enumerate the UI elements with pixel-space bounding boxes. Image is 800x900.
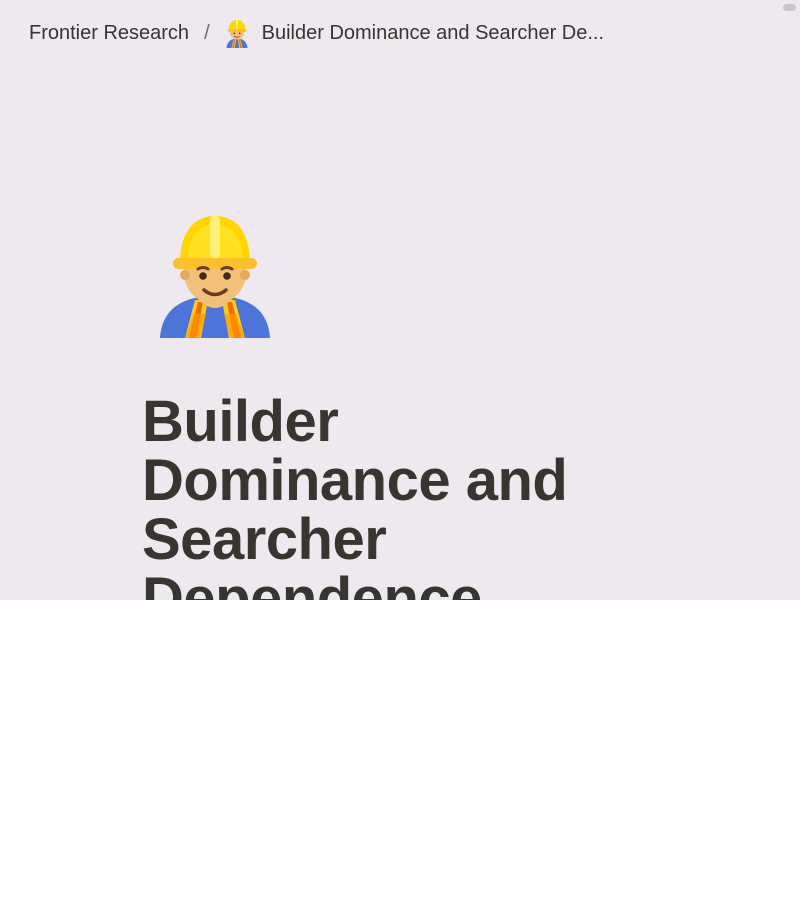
page-title[interactable]: Builder Dominance and Searcher Dependenc…	[142, 392, 662, 600]
scrollbar-thumb[interactable]	[783, 4, 796, 11]
blank-lower-area	[0, 600, 800, 900]
breadcrumb-current-page[interactable]: Builder Dominance and Searcher De...	[262, 22, 604, 45]
construction-worker-icon[interactable]	[150, 208, 280, 338]
construction-worker-icon	[226, 20, 248, 48]
breadcrumb-workspace[interactable]: Frontier Research	[29, 22, 189, 45]
page-viewport: Frontier Research / Builder Dominance an…	[0, 0, 800, 600]
breadcrumb: Frontier Research / Builder Dominance an…	[0, 0, 780, 66]
breadcrumb-separator: /	[204, 21, 210, 44]
